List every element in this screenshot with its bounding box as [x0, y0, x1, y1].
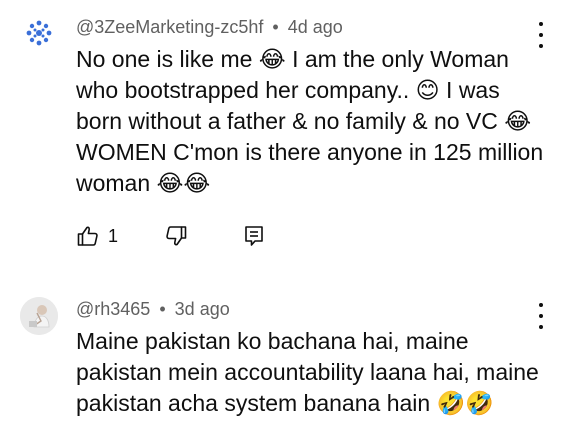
thumbs-up-icon — [77, 226, 98, 246]
comment-item: @3ZeeMarketing-zc5hf • 4d ago No one is … — [0, 0, 570, 285]
person-photo-avatar-icon — [20, 297, 58, 335]
reply-comment-icon — [245, 226, 263, 246]
avatar[interactable] — [20, 14, 58, 52]
comment-text: Maine pakistan ko bachana hai, maine pak… — [76, 328, 539, 416]
comment-actions: 1 — [76, 224, 336, 254]
avatar[interactable] — [20, 297, 58, 335]
meta-separator: • — [272, 17, 279, 37]
reply-button[interactable] — [242, 224, 266, 248]
comment-item: @rh3465 • 3d ago Maine pakistan ko bacha… — [0, 285, 570, 439]
like-count: 1 — [108, 225, 119, 246]
meta-separator: • — [159, 299, 166, 319]
comment-time[interactable]: 3d ago — [175, 299, 230, 319]
dislike-button[interactable] — [164, 224, 188, 248]
comment-meta: @3ZeeMarketing-zc5hf • 4d ago — [76, 17, 343, 38]
comment-text: No one is like me 😂 I am the only Woman … — [76, 46, 544, 196]
blue-dots-logo-icon — [26, 20, 52, 46]
thumbs-down-icon — [166, 226, 187, 246]
author-name[interactable]: @rh3465 — [76, 299, 150, 319]
comment-time[interactable]: 4d ago — [288, 17, 343, 37]
author-name[interactable]: @3ZeeMarketing-zc5hf — [76, 17, 263, 37]
like-button[interactable]: 1 — [76, 224, 118, 248]
comment-meta: @rh3465 • 3d ago — [76, 299, 230, 320]
